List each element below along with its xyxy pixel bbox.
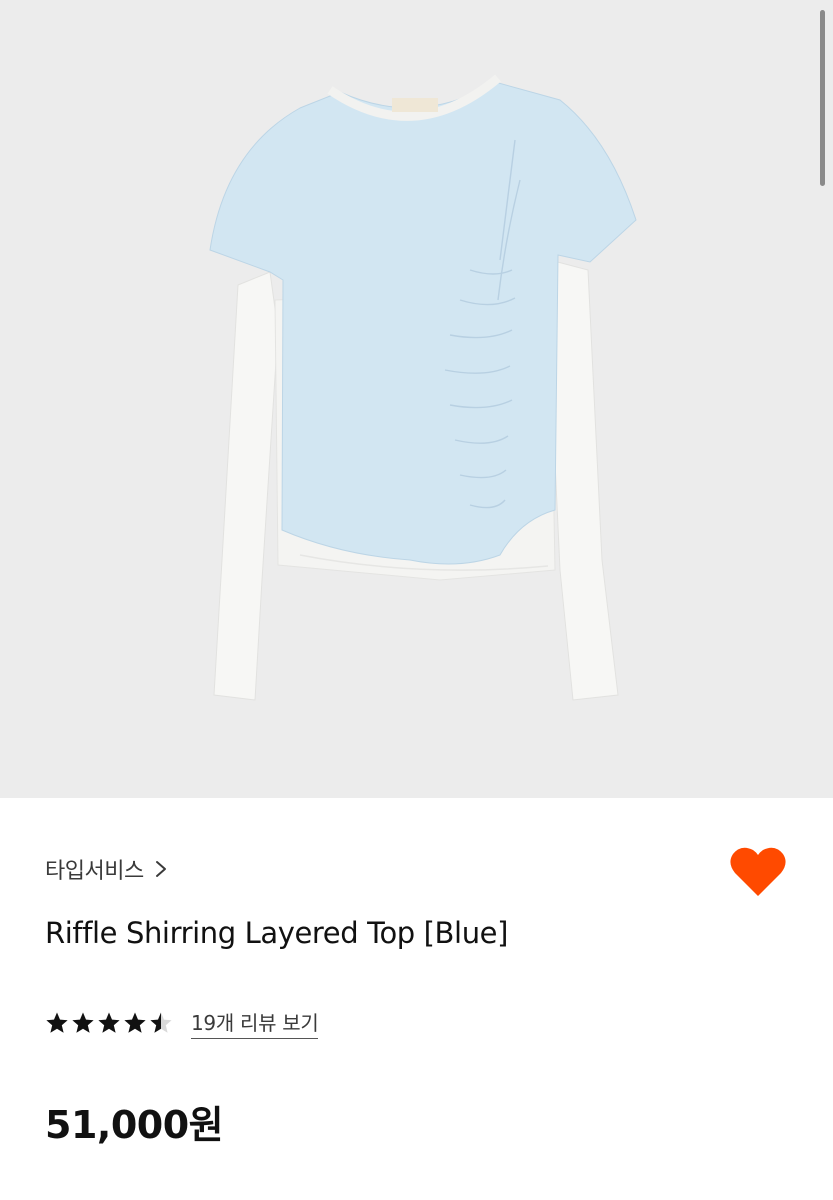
rating-stars: [45, 1011, 173, 1035]
star-icon: [150, 1012, 172, 1033]
heart-icon[interactable]: [729, 846, 787, 898]
review-link[interactable]: 19개 리뷰 보기: [191, 1007, 319, 1039]
star-icon: [46, 1012, 68, 1033]
chevron-right-icon: [155, 861, 166, 877]
right-sleeve: [547, 259, 619, 701]
scrollbar[interactable]: [820, 10, 825, 186]
brand-name[interactable]: 타입서비스: [45, 853, 144, 885]
product-info: 타입서비스 Riffle Shirring Layered Top [Blue]…: [0, 798, 833, 1200]
rating-row: 19개 리뷰 보기: [45, 1006, 319, 1040]
brand-link[interactable]: 타입서비스: [45, 854, 168, 884]
star-icon: [124, 1012, 146, 1033]
product-title: Riffle Shirring Layered Top [Blue]: [45, 916, 509, 950]
product-price: 51,000원: [45, 1103, 224, 1147]
star-icon: [72, 1012, 94, 1033]
product-image[interactable]: [0, 0, 833, 798]
star-icon: [98, 1012, 120, 1033]
product-photo: [209, 74, 637, 701]
left-sleeve: [213, 271, 279, 701]
